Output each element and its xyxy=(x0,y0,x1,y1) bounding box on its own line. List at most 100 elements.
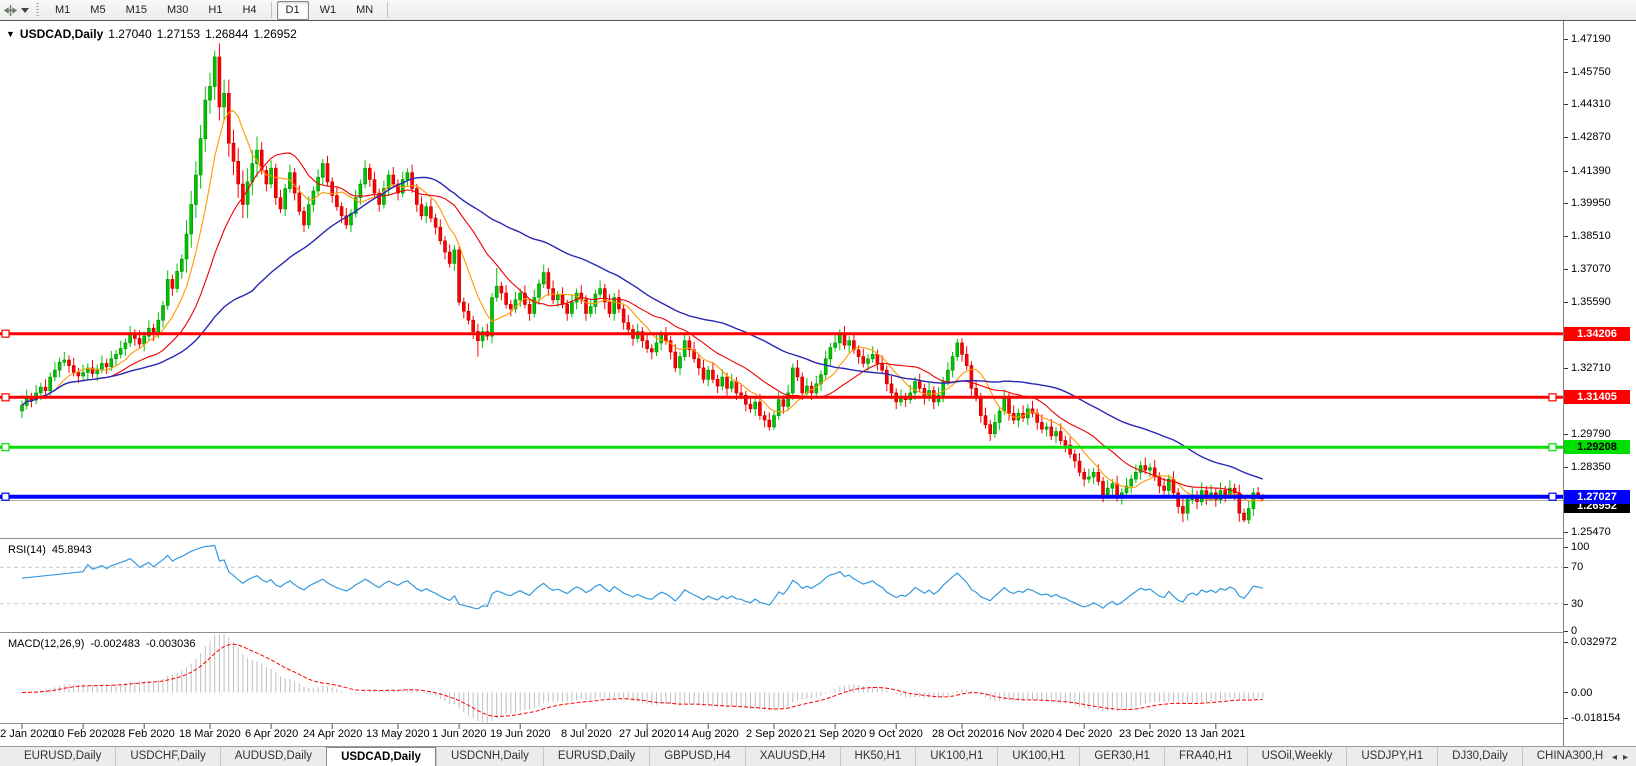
price-tick-1.44310: 1.44310 xyxy=(1564,98,1636,110)
date-label: 28 Feb 2020 xyxy=(113,728,175,740)
ohlc-low: 1.26844 xyxy=(205,27,249,41)
ohlc-close: 1.26952 xyxy=(253,27,297,41)
date-label: 4 Dec 2020 xyxy=(1056,728,1113,740)
timeframe-button-w1[interactable]: W1 xyxy=(311,1,346,20)
line-handle xyxy=(1,443,10,452)
macd-name: MACD(12,26,9) xyxy=(8,638,85,650)
chart-tab-fra40-h1[interactable]: FRA40,H1 xyxy=(1163,747,1247,766)
timeframe-button-h1[interactable]: H1 xyxy=(199,1,231,20)
price-tick-1.25470: 1.25470 xyxy=(1564,526,1636,538)
line-handle xyxy=(1,393,10,402)
ohlc-open: 1.27040 xyxy=(108,27,152,41)
date-label: 6 Apr 2020 xyxy=(245,728,299,740)
chart-tab-usdchf-daily[interactable]: USDCHF,Daily xyxy=(115,747,220,766)
price-tick-1.37070: 1.37070 xyxy=(1564,263,1636,275)
chart-tab-eurusd-daily[interactable]: EURUSD,Daily xyxy=(542,747,650,766)
chart-tab-audusd-daily[interactable]: AUDUSD,Daily xyxy=(219,747,327,766)
date-label: 22 Jan 2020 xyxy=(0,728,55,740)
date-label: 27 Jul 2020 xyxy=(619,728,676,740)
date-label: 21 Sep 2020 xyxy=(804,728,867,740)
chart-tab-usdcnh-daily[interactable]: USDCNH,Daily xyxy=(435,747,543,766)
chart-tab-usdjpy-h1[interactable]: USDJPY,H1 xyxy=(1346,747,1438,766)
timeframe-button-h4[interactable]: H4 xyxy=(233,1,265,20)
mt4-terminal: M1 M5 M15 M30 H1 H4 D1 W1 MN ▼ USDCAD,Daily 1.27… xyxy=(0,0,1636,766)
chart-tab-usdcad-daily[interactable]: USDCAD,Daily xyxy=(326,747,436,766)
chart-tab-eurusd-daily[interactable]: EURUSD,Daily xyxy=(10,747,116,766)
price-line-label-1.29208: 1.29208 xyxy=(1564,440,1630,454)
date-label: 23 Dec 2020 xyxy=(1119,728,1182,740)
price-tick-1.45750: 1.45750 xyxy=(1564,66,1636,78)
toolbar-grip-handle[interactable] xyxy=(36,3,39,17)
timeframe-button-d1[interactable]: D1 xyxy=(276,0,309,20)
chart-tab-bar: EURUSD,Daily USDCHF,Daily AUDUSD,Daily USDC… xyxy=(0,746,1636,766)
price-tick-1.39950: 1.39950 xyxy=(1564,197,1636,209)
bear-candle-wicks xyxy=(30,43,1264,523)
price-tick-1.47190: 1.47190 xyxy=(1564,33,1636,45)
symbol-dropdown-icon[interactable]: ▼ xyxy=(6,29,15,39)
chart-tab-gbpusd-h4[interactable]: GBPUSD,H4 xyxy=(649,747,745,766)
price-tick-1.38510: 1.38510 xyxy=(1564,230,1636,242)
price-tick-1.28350: 1.28350 xyxy=(1564,461,1636,473)
line-handle xyxy=(1548,393,1557,402)
macd-axis-max: 0.032972 xyxy=(1564,636,1636,648)
macd-signal-line xyxy=(21,643,1263,718)
chart-tab-ger30-h1[interactable]: GER30,H1 xyxy=(1079,747,1164,766)
price-axis[interactable]: 1.47190 1.45750 1.44310 1.42870 1.41390 1.399… xyxy=(1563,21,1636,747)
chart-canvas[interactable] xyxy=(0,21,1563,747)
timeframe-button-m30[interactable]: M30 xyxy=(158,1,197,20)
timeframe-buttons: M1 M5 M15 M30 H1 H4 D1 W1 MN xyxy=(45,0,392,20)
timeframe-button-m1[interactable]: M1 xyxy=(46,1,79,20)
price-line-label-1.27027: 1.27027 xyxy=(1564,490,1630,504)
tab-scroll-left-icon[interactable]: ◂ xyxy=(1612,752,1617,763)
rsi-indicator-label: RSI(14) 45.8943 xyxy=(8,544,92,556)
chart-tab-china300-h1[interactable]: CHINA300,H1 xyxy=(1521,747,1604,766)
line-handle xyxy=(1548,492,1557,501)
line-handle xyxy=(1548,443,1557,452)
tab-scroll-right-icon[interactable]: ▸ xyxy=(1623,752,1628,763)
macd-axis-min: -0.018154 xyxy=(1564,712,1636,724)
timeframe-button-mn[interactable]: MN xyxy=(347,1,382,20)
price-tick-1.35590: 1.35590 xyxy=(1564,296,1636,308)
date-label: 13 May 2020 xyxy=(366,728,430,740)
line-handle xyxy=(1,492,10,501)
ohlc-high: 1.27153 xyxy=(156,27,201,41)
chart-tab-usoil-weekly[interactable]: USOil,Weekly xyxy=(1246,747,1347,766)
date-label: 24 Apr 2020 xyxy=(303,728,363,740)
chart-tab-xauusd-h4[interactable]: XAUUSD,H4 xyxy=(744,747,840,766)
rsi-axis-30: 30 xyxy=(1564,598,1636,610)
chart-tab-uk100-h1[interactable]: UK100,H1 xyxy=(915,747,998,766)
toolbar-separator xyxy=(270,2,272,18)
rsi-name: RSI(14) xyxy=(8,544,46,556)
chart-tab-dj30-daily[interactable]: DJ30,Daily xyxy=(1437,747,1522,766)
chart-tabs: EURUSD,Daily USDCHF,Daily AUDUSD,Daily USDC… xyxy=(0,747,1604,766)
crosshair-arrows-icon[interactable] xyxy=(2,2,18,18)
line-handle xyxy=(1,329,10,338)
chart-window: ▼ USDCAD,Daily 1.27040 1.27153 1.26844 1… xyxy=(0,20,1636,747)
chart-tab-hk50-h1[interactable]: HK50,H1 xyxy=(839,747,916,766)
date-label: 13 Jan 2021 xyxy=(1185,728,1246,740)
date-label: 28 Oct 2020 xyxy=(932,728,992,740)
macd-signal-value: -0.003036 xyxy=(145,638,196,650)
symbol-period-label: USDCAD,Daily xyxy=(19,27,104,41)
bear-candle-bodies xyxy=(29,56,1265,521)
price-tick-1.32710: 1.32710 xyxy=(1564,362,1636,374)
date-axis[interactable]: 22 Jan 2020 10 Feb 2020 28 Feb 2020 18 Mar … xyxy=(0,728,1563,744)
rsi-line xyxy=(21,544,1263,610)
date-label: 1 Jun 2020 xyxy=(432,728,487,740)
timeframe-button-m15[interactable]: M15 xyxy=(117,1,156,20)
price-tick-1.41390: 1.41390 xyxy=(1564,165,1636,177)
rsi-axis-100: 100 xyxy=(1564,541,1636,553)
date-label: 14 Aug 2020 xyxy=(677,728,739,740)
macd-axis-zero: 0.00 xyxy=(1564,687,1636,699)
date-label: 16 Nov 2020 xyxy=(992,728,1055,740)
macd-value: -0.002483 xyxy=(90,638,140,650)
macd-indicator-label: MACD(12,26,9) -0.002483 -0.003036 xyxy=(8,638,196,650)
price-line-label-1.31405: 1.31405 xyxy=(1564,390,1630,404)
chart-tab-uk100-h1[interactable]: UK100,H1 xyxy=(997,747,1080,766)
price-tick-1.29790: 1.29790 xyxy=(1564,428,1636,440)
date-label: 18 Mar 2020 xyxy=(179,728,241,740)
timeframe-button-m5[interactable]: M5 xyxy=(81,1,114,20)
date-label: 9 Oct 2020 xyxy=(869,728,923,740)
price-line-label-1.34206: 1.34206 xyxy=(1564,327,1630,341)
chevron-down-icon[interactable] xyxy=(21,7,29,13)
